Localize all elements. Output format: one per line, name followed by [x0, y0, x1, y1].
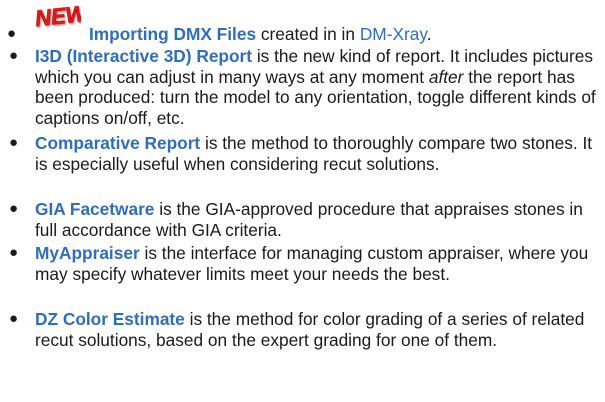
importing-dmx-files-link[interactable]: Importing DMX Files — [89, 24, 256, 44]
bullet-icon: ● — [9, 134, 19, 151]
list-item: ● DZ Color Estimate is the method for co… — [9, 309, 600, 350]
bullet-icon: ● — [9, 47, 19, 64]
item-emphasis: after — [428, 66, 464, 87]
bullet-icon: ● — [9, 244, 19, 261]
item-text: created in in — [256, 24, 360, 44]
bullet-icon: ● — [9, 200, 19, 217]
list-item: ● GIA Facetware is the GIA-approved proc… — [9, 199, 600, 240]
list-item: ● I3D (Interactive 3D) Report is the new… — [9, 46, 600, 129]
item-text: . — [426, 24, 432, 44]
dm-xray-link[interactable]: DM-Xray — [360, 24, 427, 44]
bullet-icon: ● — [7, 25, 17, 42]
bullet-icon: ● — [9, 310, 19, 327]
list-item: ● MyAppraiser is the interface for manag… — [9, 243, 600, 284]
gia-facetware-link[interactable]: GIA Facetware — [35, 199, 154, 219]
list-item: ● Comparative Report is the method to th… — [9, 133, 600, 174]
comparative-report-link[interactable]: Comparative Report — [35, 133, 200, 153]
list-item: ● Importing DMX Files created in in DM-X… — [7, 24, 600, 45]
i3d-report-link[interactable]: I3D (Interactive 3D) Report — [35, 46, 252, 66]
myappraiser-link[interactable]: MyAppraiser — [35, 243, 140, 263]
dz-color-estimate-link[interactable]: DZ Color Estimate — [35, 309, 185, 329]
